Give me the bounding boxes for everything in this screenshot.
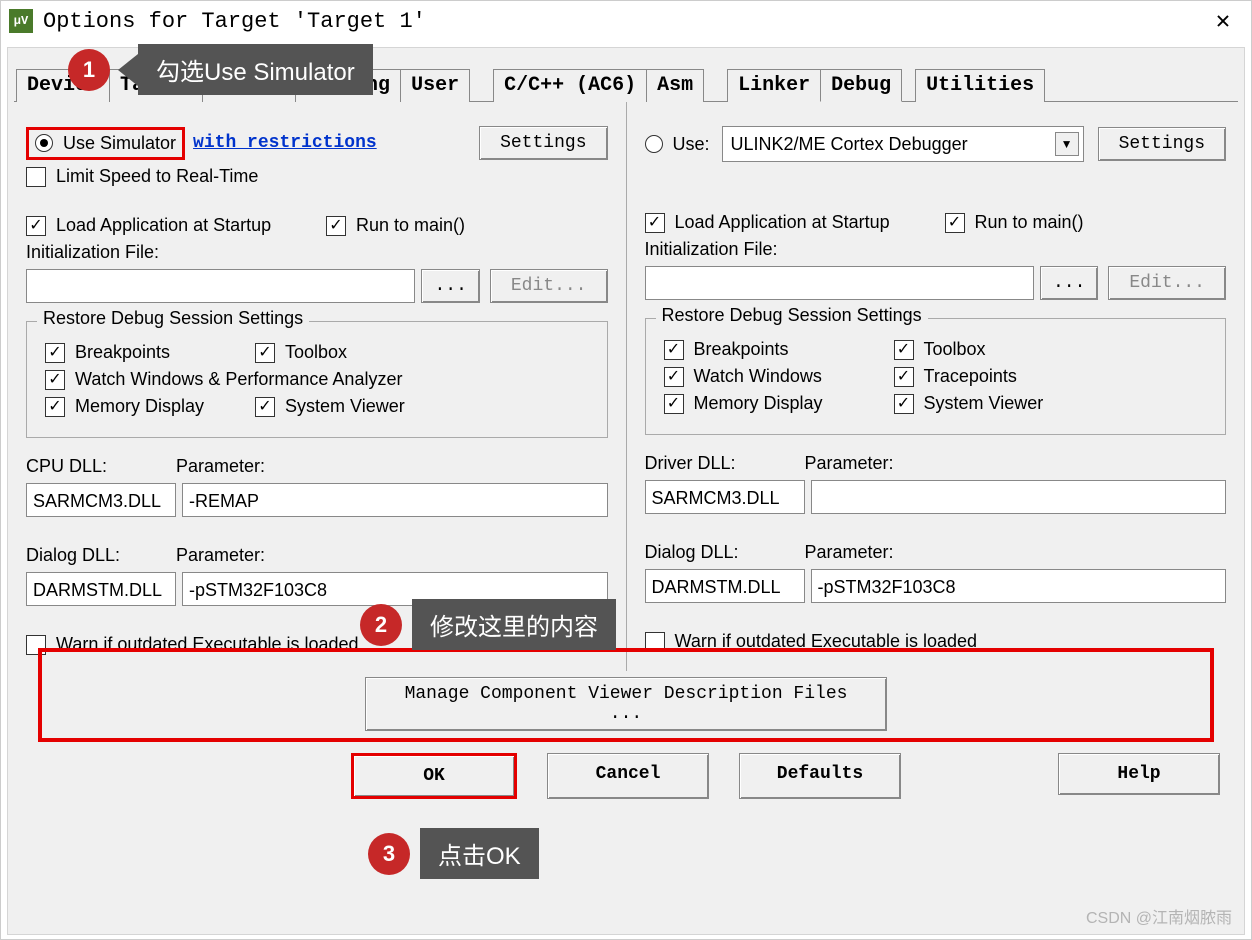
drv-param-input[interactable] — [811, 480, 1227, 514]
use-simulator-label: Use Simulator — [63, 133, 176, 154]
memory-check-right[interactable]: ✓ — [664, 394, 684, 414]
settings-button-left[interactable]: Settings — [479, 126, 607, 160]
window-title: Options for Target 'Target 1' — [43, 9, 426, 34]
use-simulator-highlight: Use Simulator — [26, 127, 185, 160]
manage-button[interactable]: Manage Component Viewer Description File… — [365, 677, 887, 731]
use-label: Use: — [673, 134, 710, 155]
load-app-check-left[interactable]: ✓ — [26, 216, 46, 236]
drv-dll-input[interactable]: SARMCM3.DLL — [645, 480, 805, 514]
dialog-buttons: OK Cancel Defaults Help — [8, 731, 1244, 821]
tab-asm[interactable]: Asm — [646, 69, 704, 102]
cpu-dll-input[interactable]: SARMCM3.DLL — [26, 483, 176, 517]
dlg-dll-input-left[interactable]: DARMSTM.DLL — [26, 572, 176, 606]
init-file-input-left[interactable] — [26, 269, 415, 303]
cpu-dll-label: CPU DLL: — [26, 456, 176, 477]
sysview-check-left[interactable]: ✓ — [255, 397, 275, 417]
browse-button-left[interactable]: ... — [421, 269, 479, 303]
edit-button-right[interactable]: Edit... — [1108, 266, 1226, 300]
run-main-label-left: Run to main() — [356, 215, 465, 236]
restore-group-left: Restore Debug Session Settings ✓ Breakpo… — [26, 321, 608, 438]
tab-debug[interactable]: Debug — [820, 69, 902, 102]
init-file-input-right[interactable] — [645, 266, 1034, 300]
cancel-button[interactable]: Cancel — [547, 753, 709, 799]
toolbox-check-right[interactable]: ✓ — [894, 340, 914, 360]
tab-user[interactable]: User — [400, 69, 470, 102]
drv-dll-label: Driver DLL: — [645, 453, 805, 474]
restrictions-link[interactable]: with restrictions — [193, 133, 377, 153]
restore-group-right: Restore Debug Session Settings ✓ Breakpo… — [645, 318, 1227, 435]
run-main-check-right[interactable]: ✓ — [945, 213, 965, 233]
warn-check-left[interactable] — [26, 635, 46, 655]
dlg-param-label-left: Parameter: — [176, 545, 265, 566]
watch-check-left[interactable]: ✓ — [45, 370, 65, 390]
init-file-label-right: Initialization File: — [645, 239, 1227, 260]
browse-button-right[interactable]: ... — [1040, 266, 1098, 300]
restore-legend-left: Restore Debug Session Settings — [37, 308, 309, 329]
use-debugger-radio[interactable] — [645, 135, 663, 153]
cpu-param-input[interactable]: -REMAP — [182, 483, 608, 517]
watermark: CSDN @江南烟脓雨 — [1086, 904, 1232, 928]
dlg-dll-label-left: Dialog DLL: — [26, 545, 176, 566]
toolbox-check-left[interactable]: ✓ — [255, 343, 275, 363]
close-icon[interactable]: ✕ — [1203, 1, 1243, 41]
annotation-1: 1 勾选Use Simulator — [68, 44, 373, 95]
breakpoints-check-right[interactable]: ✓ — [664, 340, 684, 360]
limit-speed-label: Limit Speed to Real-Time — [56, 166, 258, 187]
settings-button-right[interactable]: Settings — [1098, 127, 1226, 161]
debugger-dropdown[interactable]: ULINK2/ME Cortex Debugger ▼ — [722, 126, 1084, 162]
dlg-param-input-right[interactable]: -pSTM32F103C8 — [811, 569, 1227, 603]
dlg-dll-input-right[interactable]: DARMSTM.DLL — [645, 569, 805, 603]
ok-button[interactable]: OK — [351, 753, 517, 799]
warn-label-left: Warn if outdated Executable is loaded — [56, 634, 359, 655]
annotation-3: 3 点击OK — [368, 828, 539, 879]
sysview-check-right[interactable]: ✓ — [894, 394, 914, 414]
left-panel: Use Simulator with restrictions Settings… — [8, 102, 627, 671]
load-app-label-left: Load Application at Startup — [56, 215, 326, 236]
trace-check-right[interactable]: ✓ — [894, 367, 914, 387]
options-dialog: µV Options for Target 'Target 1' ✕ 1 勾选U… — [0, 0, 1252, 940]
run-main-check-left[interactable]: ✓ — [326, 216, 346, 236]
warn-check-right[interactable] — [645, 632, 665, 652]
tab-utilities[interactable]: Utilities — [915, 69, 1045, 102]
help-button[interactable]: Help — [1058, 753, 1220, 795]
limit-speed-check[interactable] — [26, 167, 46, 187]
memory-check-left[interactable]: ✓ — [45, 397, 65, 417]
defaults-button[interactable]: Defaults — [739, 753, 901, 799]
edit-button-left[interactable]: Edit... — [490, 269, 608, 303]
right-panel: Use: ULINK2/ME Cortex Debugger ▼ Setting… — [627, 102, 1245, 671]
chevron-down-icon: ▼ — [1055, 132, 1079, 156]
init-file-label-left: Initialization File: — [26, 242, 608, 263]
dlg-dll-label-right: Dialog DLL: — [645, 542, 805, 563]
breakpoints-check-left[interactable]: ✓ — [45, 343, 65, 363]
watch-check-right[interactable]: ✓ — [664, 367, 684, 387]
param-label-left: Parameter: — [176, 456, 265, 477]
app-icon: µV — [9, 9, 33, 33]
tab-cpp[interactable]: C/C++ (AC6) — [493, 69, 647, 102]
load-app-check-right[interactable]: ✓ — [645, 213, 665, 233]
use-simulator-radio[interactable] — [35, 134, 53, 152]
titlebar: µV Options for Target 'Target 1' ✕ — [1, 1, 1251, 41]
tab-linker[interactable]: Linker — [727, 69, 821, 102]
annotation-2: 2 修改这里的内容 — [360, 599, 616, 650]
